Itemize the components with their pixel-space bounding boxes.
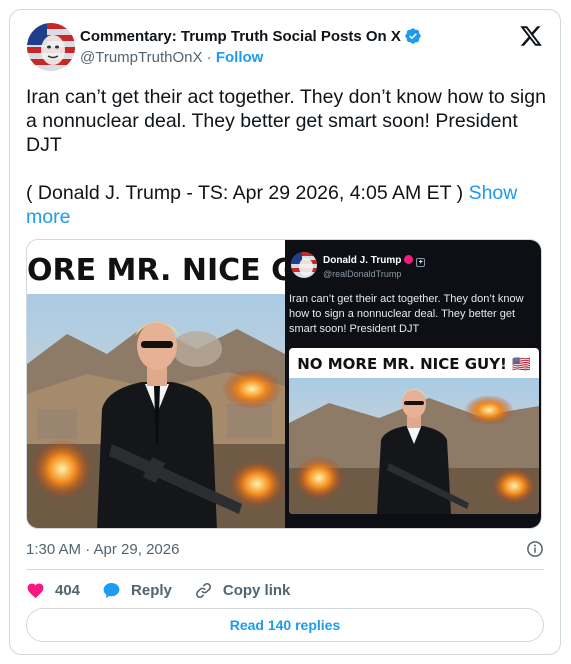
speech-bubble-icon bbox=[103, 582, 120, 598]
avatar[interactable] bbox=[27, 23, 75, 71]
embed-avatar-image bbox=[291, 252, 317, 278]
embed-verified-icon bbox=[404, 255, 414, 264]
link-icon bbox=[195, 582, 211, 598]
tweet-text: Iran can’t get their act together. They … bbox=[26, 85, 546, 229]
x-logo-icon[interactable] bbox=[519, 24, 543, 48]
heart-icon bbox=[27, 583, 44, 598]
scene-image-right bbox=[289, 378, 539, 514]
embed-image-card: NO MORE MR. NICE GUY! 🇺🇸 bbox=[289, 348, 539, 514]
read-replies-button[interactable]: Read 140 replies bbox=[26, 608, 544, 642]
copy-link-label: Copy link bbox=[222, 581, 291, 599]
follow-link[interactable]: Follow bbox=[216, 49, 264, 66]
reply-label: Reply bbox=[131, 581, 172, 599]
divider bbox=[26, 569, 544, 570]
display-name[interactable]: Commentary: Trump Truth Social Posts On … bbox=[80, 28, 401, 45]
scene-image-left bbox=[27, 294, 285, 528]
handle-row: @TrumpTruthOnX · Follow bbox=[80, 49, 263, 66]
timestamp[interactable]: 1:30 AM · Apr 29, 2026 bbox=[26, 541, 179, 558]
left-banner-text: ORE MR. NICE GU bbox=[27, 253, 285, 288]
action-bar: 404 Reply Copy link bbox=[26, 579, 312, 601]
like-count: 404 bbox=[55, 581, 81, 599]
media-image-right[interactable]: Donald J. Trump + @realDonaldTrump Iran c… bbox=[285, 240, 541, 528]
tweet-line-1: Iran can’t get their act together. They … bbox=[26, 86, 546, 156]
media-image-left[interactable]: ORE MR. NICE GU bbox=[27, 240, 285, 528]
tweet-card: Commentary: Trump Truth Social Posts On … bbox=[9, 9, 561, 655]
handle[interactable]: @TrumpTruthOnX bbox=[80, 49, 202, 66]
info-icon[interactable] bbox=[526, 540, 544, 558]
reply-button[interactable]: Reply bbox=[102, 581, 172, 600]
tweet-source: ( Donald J. Trump - TS: Apr 29 2026, 4:0… bbox=[26, 182, 464, 204]
embed-plus-icon: + bbox=[416, 258, 426, 267]
separator: · bbox=[206, 49, 212, 66]
tweet-line-2: ( Donald J. Trump - TS: Apr 29 2026, 4:0… bbox=[26, 181, 546, 229]
embed-handle: @realDonaldTrump bbox=[323, 269, 402, 279]
media-gallery[interactable]: ORE MR. NICE GU bbox=[26, 239, 542, 529]
avatar-image bbox=[27, 23, 75, 71]
verified-badge-icon bbox=[405, 28, 421, 44]
embed-display-name: Donald J. Trump bbox=[323, 255, 402, 266]
copy-link-button[interactable]: Copy link bbox=[194, 581, 291, 600]
embed-avatar bbox=[291, 252, 317, 278]
like-button[interactable]: 404 bbox=[26, 581, 80, 600]
embed-text: Iran can’t get their act together. They … bbox=[289, 293, 524, 335]
right-banner-text: NO MORE MR. NICE GUY! 🇺🇸 bbox=[297, 355, 531, 373]
name-row: Commentary: Trump Truth Social Posts On … bbox=[80, 27, 422, 45]
embed-name-row: Donald J. Trump + bbox=[323, 255, 426, 267]
